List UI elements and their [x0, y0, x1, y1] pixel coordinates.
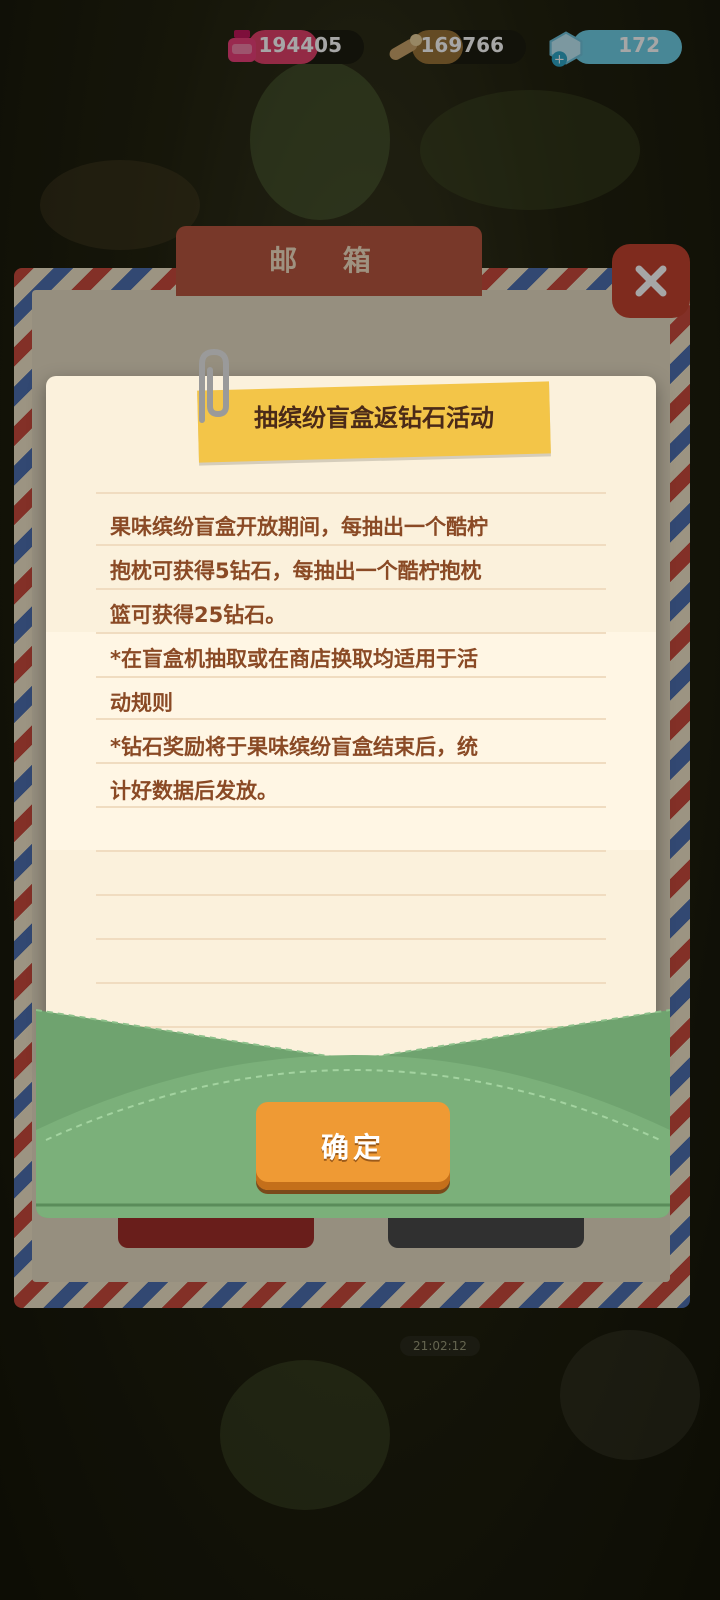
letter-rule	[96, 850, 606, 852]
letter-rule	[96, 894, 606, 896]
letter-title: 抽缤纷盲盒返钻石活动	[254, 404, 494, 432]
confirm-button[interactable]: 确定	[256, 1102, 450, 1190]
letter-rule	[96, 938, 606, 940]
paperclip-icon	[199, 348, 229, 423]
letter-body: 果味缤纷盲盒开放期间，每抽出一个酷柠 抱枕可获得5钻石，每抽出一个酷柠抱枕 篮可…	[110, 515, 488, 803]
letter-rule	[96, 492, 606, 494]
letter-rule	[96, 982, 606, 984]
